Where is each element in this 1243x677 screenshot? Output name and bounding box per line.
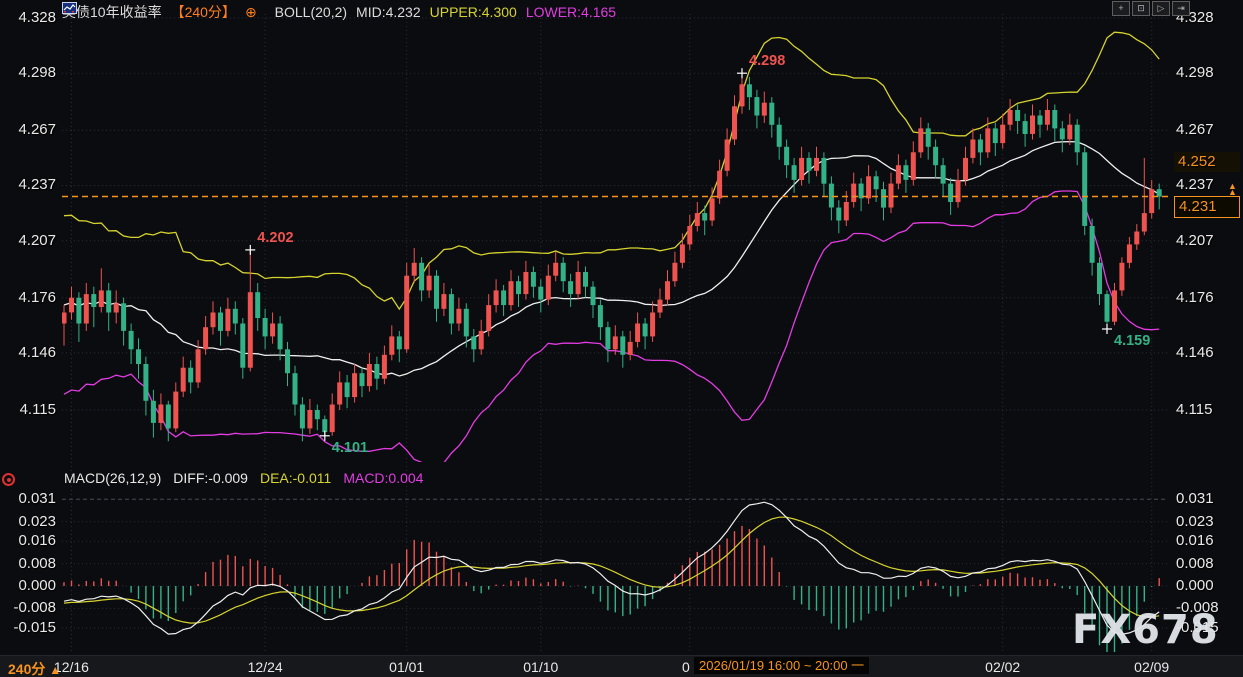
- axis-label: 4.176: [1176, 289, 1214, 306]
- play-forward-icon[interactable]: ▷: [1152, 1, 1170, 16]
- axis-label: 4.237: [1176, 176, 1214, 193]
- boll-lower-value: LOWER:4.165: [526, 4, 616, 20]
- time-tick-label: 02/09: [1134, 659, 1169, 675]
- axis-label: 4.146: [0, 344, 56, 361]
- chart-window: 4.298 4.202 4.101 4.159 美债10年收益率 【240分】 ⊕ B…: [0, 0, 1243, 677]
- chart-header: 美债10年收益率 【240分】 ⊕ BOLL(20,2) MID:4.232 U…: [62, 2, 616, 22]
- axis-label: 4.207: [0, 232, 56, 249]
- axis-label: -0.008: [0, 599, 56, 616]
- svg-text:4.298: 4.298: [749, 53, 785, 69]
- time-axis-bar: [0, 655, 1243, 677]
- svg-text:4.101: 4.101: [332, 440, 368, 456]
- svg-text:4.202: 4.202: [257, 230, 293, 246]
- macd-header: MACD(26,12,9) DIFF:-0.009 DEA:-0.011 MAC…: [64, 470, 423, 486]
- axis-label: 4.237: [0, 176, 56, 193]
- axis-label: 4.267: [0, 121, 56, 138]
- last-price-marker: 4.231: [1174, 196, 1240, 218]
- axis-label: 4.115: [0, 401, 56, 418]
- axis-label: 0.000: [1176, 577, 1214, 594]
- jump-latest-icon[interactable]: ⇥: [1172, 1, 1190, 16]
- boll-label: BOLL(20,2): [275, 4, 347, 20]
- period-label[interactable]: 【240分】: [171, 2, 236, 22]
- macd-dea-value: DEA:-0.011: [260, 470, 331, 486]
- axis-label: 4.298: [1176, 64, 1214, 81]
- zoom-reset-icon[interactable]: ⊡: [1132, 1, 1150, 16]
- scroll-latest-arrows[interactable]: ▲▲: [1228, 183, 1237, 195]
- axis-label: 4.207: [1176, 232, 1214, 249]
- secondary-price-marker: 4.252: [1174, 152, 1240, 172]
- watermark-logo: FX678: [1072, 607, 1219, 653]
- macd-macd-value: MACD:0.004: [343, 470, 423, 486]
- crosshair-date-readout: 2026/01/19 16:00 ~ 20:00 一: [694, 657, 869, 674]
- chart-canvas[interactable]: 4.298 4.202 4.101 4.159: [0, 0, 1243, 677]
- chart-toolbar: + ⊡ ▷ ⇥: [1112, 1, 1190, 16]
- axis-label: 4.115: [1176, 401, 1212, 418]
- axis-label: 4.146: [1176, 344, 1214, 361]
- axis-label: 4.267: [1176, 121, 1214, 138]
- axis-label: 4.328: [0, 9, 56, 26]
- axis-label: 0.023: [1176, 513, 1214, 530]
- axis-label: 0.016: [0, 532, 56, 549]
- axis-label: 0.008: [1176, 555, 1214, 572]
- axis-label: 0.008: [0, 555, 56, 572]
- axis-label: 0.016: [1176, 532, 1214, 549]
- time-tick-label: 01/10: [523, 659, 558, 675]
- axis-label: 0.031: [0, 490, 56, 507]
- macd-label: MACD(26,12,9): [64, 470, 161, 486]
- time-tick-label: 02/02: [985, 659, 1020, 675]
- boll-upper-value: UPPER:4.300: [430, 4, 517, 20]
- axis-label: 4.176: [0, 289, 56, 306]
- record-icon: [2, 473, 15, 486]
- partial-tick-label: 0: [682, 659, 690, 675]
- pan-icon[interactable]: +: [1112, 1, 1130, 16]
- svg-text:4.159: 4.159: [1114, 333, 1150, 349]
- crosshair-toggle-icon[interactable]: ⊕: [245, 4, 257, 21]
- period-dropdown-arrow: ▲: [49, 663, 61, 677]
- axis-label: 0.023: [0, 513, 56, 530]
- period-selector[interactable]: 240分 ▲: [8, 659, 61, 677]
- boll-mid-value: MID:4.232: [356, 4, 421, 20]
- time-tick-label: 01/01: [389, 659, 424, 675]
- axis-label: 0.000: [0, 577, 56, 594]
- axis-label: 0.031: [1176, 490, 1214, 507]
- time-tick-label: 12/24: [248, 659, 283, 675]
- macd-diff-value: DIFF:-0.009: [173, 470, 248, 486]
- axis-label: 4.298: [0, 64, 56, 81]
- axis-label: -0.015: [0, 619, 56, 636]
